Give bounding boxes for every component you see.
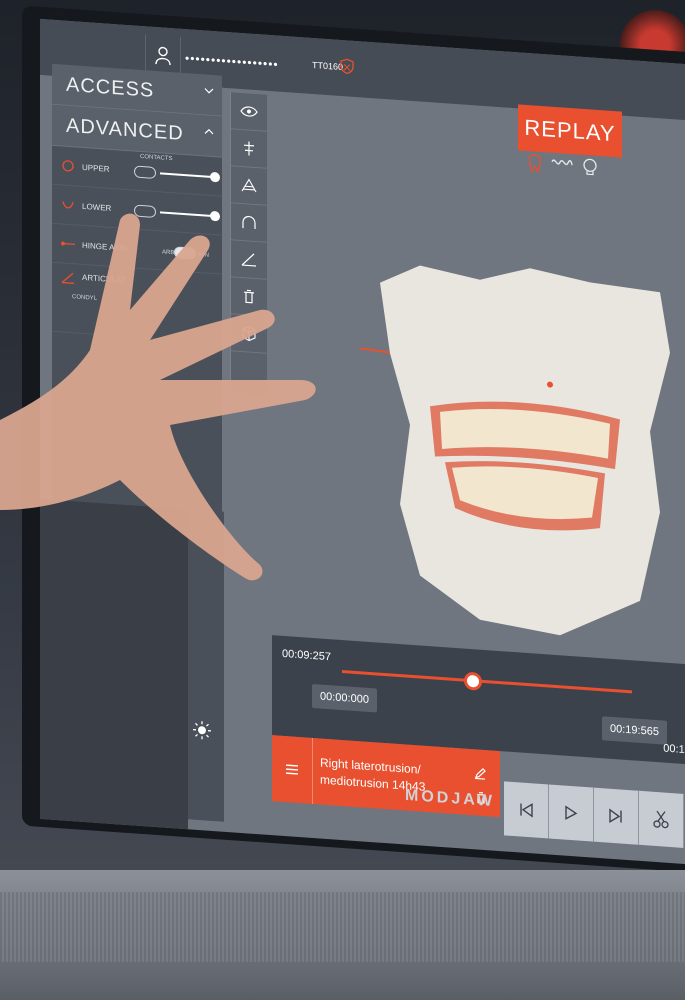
shield-icon[interactable] [340,58,354,75]
speaker-grill [0,892,685,962]
chevron-up-icon [204,128,214,135]
jaw-3d-model[interactable] [360,251,680,653]
play-button[interactable] [549,784,594,842]
step-forward-icon [609,808,622,824]
view-tool-skeleton[interactable] [231,129,267,169]
user-hand [0,213,316,581]
contacts-label: CONTACTS [140,153,173,163]
tooth-mode-icon[interactable] [527,153,543,174]
play-icon [565,805,578,820]
timeline-end-time: 00:19:5 [663,742,685,758]
upper-opacity-slider[interactable] [160,172,216,179]
timeline-start-time: 00:09:257 [282,647,331,664]
right-marker-time[interactable]: 00:19:565 [602,716,667,745]
left-marker-time[interactable]: 00:00:000 [312,683,377,713]
mode-icons [527,153,599,178]
skeleton-icon [244,141,254,156]
password-mask: •••••••••••••••••• [185,51,279,72]
session-id: TT0160 [312,59,344,73]
skull-mode-icon[interactable] [581,157,599,176]
replay-button[interactable]: REPLAY [518,104,622,158]
view-tool-eye[interactable] [231,92,267,132]
access-label: ACCESS [66,73,155,102]
user-icon [155,46,171,66]
edit-icon[interactable] [474,767,486,780]
upper-jaw-icon [62,160,74,172]
cut-button[interactable] [639,790,684,848]
upper-toggle[interactable] [134,165,156,180]
brightness-icon[interactable] [192,720,212,741]
step-forward-button[interactable] [594,787,639,845]
step-back-icon [520,803,533,818]
hamburger-icon [286,764,298,775]
timeline-playhead[interactable] [463,671,482,691]
timeline-track[interactable] [342,670,632,694]
step-back-button[interactable] [504,781,549,839]
eye-icon [240,106,258,117]
scissors-icon [653,810,669,829]
clip-menu-button[interactable] [272,735,313,805]
advanced-label: ADVANCED [66,114,184,145]
upper-label: UPPER [82,162,110,174]
wave-mode-icon[interactable] [551,155,573,171]
chevron-down-icon [204,88,214,94]
